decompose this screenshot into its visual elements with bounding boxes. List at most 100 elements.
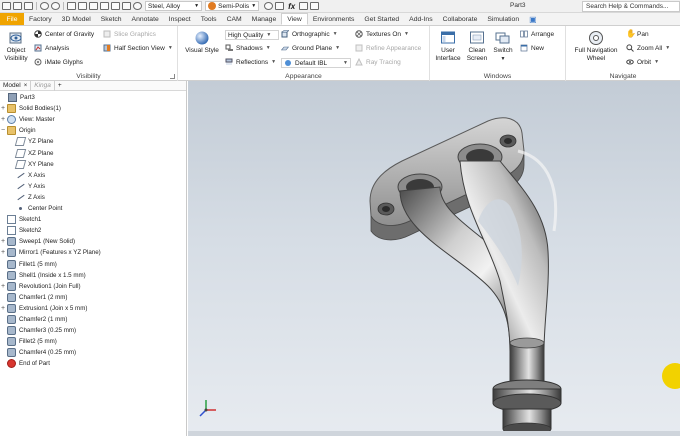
arrange-button[interactable]: Arrange	[520, 30, 554, 38]
home-icon[interactable]	[67, 2, 76, 10]
full-navigation-wheel-button[interactable]: Full Navigation Wheel	[570, 30, 622, 63]
ground-plane-button[interactable]: Ground Plane ▼	[281, 44, 340, 52]
undo-icon[interactable]	[40, 2, 49, 10]
browser-node[interactable]: + Solid Bodies(1)	[0, 103, 61, 114]
expand-icon[interactable]: +	[0, 238, 6, 245]
tab-collaborate[interactable]: Collaborate	[438, 13, 483, 25]
tab-sketch[interactable]: Sketch	[96, 13, 127, 25]
analysis-button[interactable]: Analysis	[34, 44, 69, 52]
new-window-button[interactable]: New	[520, 44, 544, 52]
browser-node[interactable]: + Sweep1 (New Solid)	[0, 236, 75, 247]
tab-tools[interactable]: Tools	[196, 13, 222, 25]
orbit-button[interactable]: Orbit ▼	[626, 58, 659, 66]
expand-icon[interactable]: +	[0, 116, 6, 123]
refine-appearance-button[interactable]: Refine Appearance	[355, 44, 421, 52]
browser-node[interactable]: Center Point	[9, 203, 62, 214]
tab-cam[interactable]: CAM	[222, 13, 247, 25]
tab-factory[interactable]: Factory	[24, 13, 57, 25]
expand-icon[interactable]: +	[0, 305, 6, 312]
zoom-all-button[interactable]: Zoom All ▼	[626, 44, 670, 52]
quality-dropdown[interactable]: High Quality ▼	[225, 30, 279, 40]
add-browser-tab-button[interactable]: +	[55, 82, 65, 89]
tab-file[interactable]: File	[0, 13, 24, 25]
project-icon[interactable]	[122, 2, 131, 10]
center-of-gravity-button[interactable]: Center of Gravity	[34, 30, 94, 38]
panel-launcher-icon[interactable]	[170, 74, 175, 79]
object-visibility-button[interactable]: Object Visibility	[3, 30, 29, 63]
graphics-viewport[interactable]	[188, 81, 680, 436]
open-icon[interactable]	[13, 2, 22, 10]
browser-node[interactable]: X Axis	[9, 170, 45, 181]
select-icon[interactable]	[100, 2, 109, 10]
clear-appearance-icon[interactable]	[264, 2, 274, 10]
browser-node[interactable]: XY Plane	[9, 159, 54, 170]
tab-simulation[interactable]: Simulation	[482, 13, 524, 25]
expand-icon[interactable]: +	[0, 105, 6, 112]
search-input[interactable]: Search Help & Commands...	[582, 1, 680, 12]
collapse-icon[interactable]: −	[0, 127, 6, 134]
browser-node[interactable]: + Extrusion1 (Join x 5 mm)	[0, 303, 87, 314]
visual-style-button[interactable]: Visual Style	[182, 30, 222, 55]
browser-node[interactable]: Chamfer1 (2 mm)	[0, 292, 67, 303]
browser-node[interactable]: + Revolution1 (Join Full)	[0, 281, 81, 292]
material-dropdown[interactable]: Steel, Alloy ▼	[145, 1, 203, 11]
tab-manage[interactable]: Manage	[247, 13, 282, 25]
browser-tab-kinga[interactable]: Kinga	[31, 80, 55, 91]
browser-node[interactable]: + View: Master	[0, 114, 55, 125]
update-icon[interactable]	[89, 2, 98, 10]
browser-node[interactable]: Y Axis	[9, 181, 45, 192]
reflections-button[interactable]: Reflections ▼	[225, 58, 276, 66]
ribbon-minimize-icon[interactable]: ▣	[524, 13, 542, 25]
ibl-dropdown[interactable]: Default IBL ▼	[281, 58, 351, 68]
adjust-icon[interactable]	[275, 2, 285, 10]
orthographic-button[interactable]: Orthographic ▼	[281, 30, 338, 38]
textures-on-button[interactable]: Textures On ▼	[355, 30, 409, 38]
browser-node[interactable]: − Origin	[0, 125, 36, 136]
pan-button[interactable]: ✋ Pan	[626, 30, 649, 38]
close-icon[interactable]: ×	[24, 83, 28, 89]
switch-icon	[495, 32, 510, 44]
ray-tracing-button[interactable]: Ray Tracing	[355, 58, 401, 66]
fx-parameters-icon[interactable]: fx	[288, 2, 295, 11]
expand-icon[interactable]: +	[0, 283, 6, 290]
tab-annotate[interactable]: Annotate	[127, 13, 164, 25]
switch-button[interactable]: Switch ▼	[490, 30, 516, 63]
dropdown-icon[interactable]	[310, 2, 320, 10]
browser-node[interactable]: Z Axis	[9, 192, 45, 203]
browser-node[interactable]: Chamfer4 (0.25 mm)	[0, 347, 76, 358]
browser-node[interactable]: Part3	[1, 92, 35, 103]
tab-inspect[interactable]: Inspect	[164, 13, 196, 25]
browser-node[interactable]: XZ Plane	[9, 148, 53, 159]
browser-node[interactable]: + Mirror1 (Features x YZ Plane)	[0, 247, 101, 258]
browser-node[interactable]: Fillet2 (5 mm)	[0, 336, 57, 347]
save-icon[interactable]	[24, 2, 33, 10]
part-model[interactable]	[188, 81, 680, 436]
appearance-dropdown[interactable]: Semi-Polis ▼	[205, 1, 260, 11]
browser-node[interactable]: Fillet1 (5 mm)	[0, 259, 57, 270]
new-icon[interactable]	[2, 2, 11, 10]
browser-node[interactable]: YZ Plane	[9, 136, 53, 147]
print-icon[interactable]	[78, 2, 87, 10]
tab-get-started[interactable]: Get Started	[359, 13, 404, 25]
browser-node[interactable]: Sketch2	[0, 225, 41, 236]
redo-icon[interactable]	[51, 2, 60, 10]
user-interface-button[interactable]: User Interface	[433, 30, 463, 63]
browser-tab-model[interactable]: Model ×	[0, 80, 32, 91]
shadows-button[interactable]: Shadows ▼	[225, 44, 271, 52]
tab-3d-model[interactable]: 3D Model	[57, 13, 96, 25]
customize-icon[interactable]	[299, 2, 309, 10]
tab-add-ins[interactable]: Add-Ins	[404, 13, 437, 25]
browser-node[interactable]: End of Part	[0, 358, 50, 369]
tab-view[interactable]: View	[281, 13, 308, 25]
tab-environments[interactable]: Environments	[308, 13, 360, 25]
browser-node[interactable]: Chamfer2 (1 mm)	[0, 314, 67, 325]
browser-node[interactable]: Chamfer3 (0.25 mm)	[0, 325, 76, 336]
measure-icon[interactable]	[111, 2, 120, 10]
expand-icon[interactable]: +	[0, 249, 6, 256]
half-section-view-button[interactable]: Half Section View ▼	[103, 44, 173, 52]
imate-glyphs-button[interactable]: iMate Glyphs	[34, 58, 83, 66]
browser-node[interactable]: Sketch1	[0, 214, 41, 225]
slice-graphics-button[interactable]: Slice Graphics	[103, 30, 156, 38]
browser-node[interactable]: Shell1 (Inside x 1.5 mm)	[0, 270, 86, 281]
clean-screen-button[interactable]: Clean Screen	[465, 30, 489, 63]
